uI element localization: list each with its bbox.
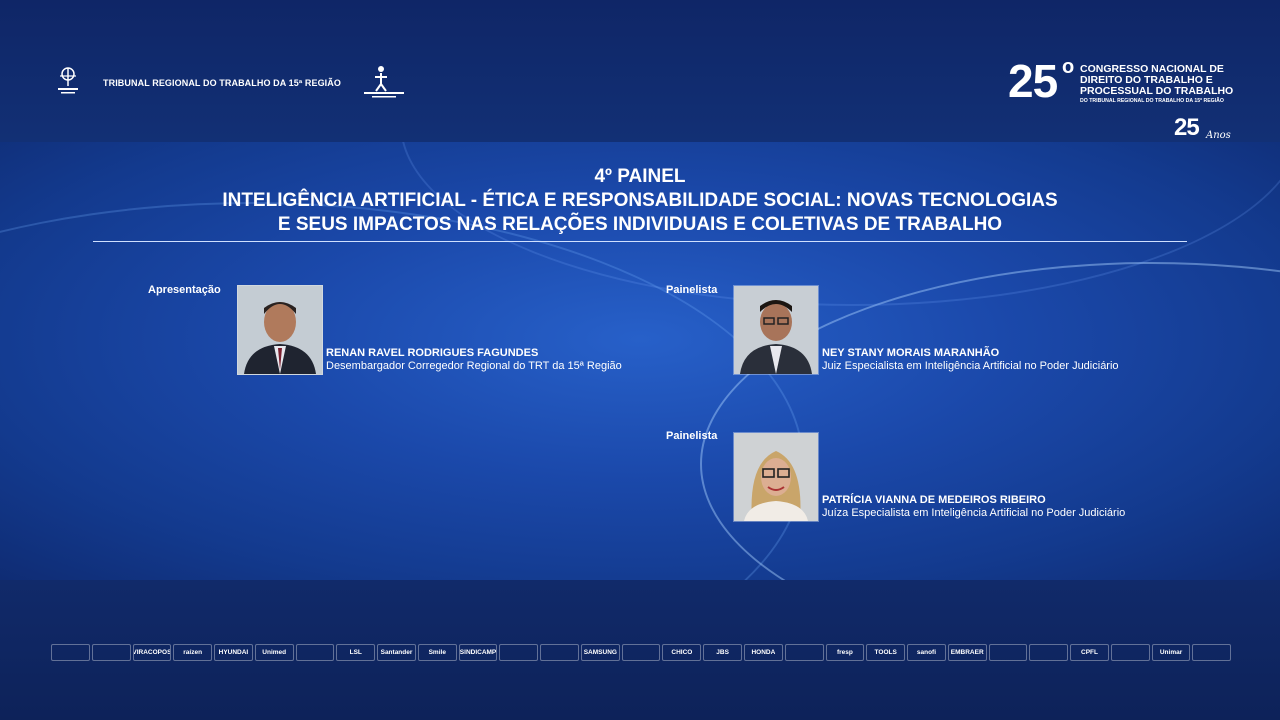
sponsor-logo: SAMSUNG <box>580 644 620 661</box>
sponsor-logo: SINDICAMP <box>458 644 498 661</box>
sponsor-logo: Unimed <box>254 644 294 661</box>
sponsor-logo: EMBRAER <box>947 644 987 661</box>
sponsor-logo <box>1029 644 1069 661</box>
speaker-title: Juiz Especialista em Inteligência Artifi… <box>822 360 1119 372</box>
speaker-title: Juíza Especialista em Inteligência Artif… <box>822 507 1126 519</box>
sponsor-logo <box>1110 644 1150 661</box>
sponsor-logo: HONDA <box>744 644 783 661</box>
title-divider <box>93 241 1187 242</box>
congress-subline: DO TRIBUNAL REGIONAL DO TRABALHO DA 15ª … <box>1080 98 1224 104</box>
sponsor-logo: CHICO <box>662 644 702 661</box>
speaker-name: NEY STANY MORAIS MARANHÃO <box>822 347 1000 359</box>
speaker-name: PATRÍCIA VIANNA DE MEDEIROS RIBEIRO <box>822 494 1046 506</box>
sponsor-logo: Smile <box>417 644 457 661</box>
speaker-role: Painelista <box>666 284 718 296</box>
speaker-photo <box>733 285 819 375</box>
congress-degree: o <box>1062 56 1075 78</box>
sponsor-logo: TOOLS <box>866 644 906 661</box>
panel-number: 4º PAINEL <box>594 166 686 187</box>
sponsor-logo <box>988 644 1028 661</box>
sponsor-logo: Unimar <box>1151 644 1191 661</box>
speaker-name: RENAN RAVEL RODRIGUES FAGUNDES <box>326 347 539 359</box>
speaker-role: Apresentação <box>148 284 221 296</box>
speaker-photo <box>237 285 323 375</box>
anniversary-word: Anos <box>1206 130 1231 141</box>
sponsor-logo: LSL <box>336 644 376 661</box>
sponsor-logo <box>499 644 539 661</box>
sponsor-logo <box>51 644 90 661</box>
sponsor-logo: HYUNDAI <box>214 644 253 661</box>
speaker-photo <box>733 432 819 522</box>
anniversary-number: 25 <box>1174 114 1200 141</box>
sponsor-logo: CPFL <box>1070 644 1109 661</box>
panel-title-line1: INTELIGÊNCIA ARTIFICIAL - ÉTICA E RESPON… <box>222 190 1058 211</box>
congress-number: 25 <box>1008 55 1058 107</box>
sponsor-logo: sanofi <box>907 644 946 661</box>
speaker-role: Painelista <box>666 430 718 442</box>
sponsor-logos-strip: VIRACOPOS raízen HYUNDAI Unimed LSL Santander… <box>51 644 1232 661</box>
sponsor-logo: JBS <box>703 644 743 661</box>
sponsor-logo <box>91 644 131 661</box>
sponsor-logo: VIRACOPOS <box>132 644 172 661</box>
sponsor-logo <box>1192 644 1232 661</box>
sponsor-logo <box>540 644 579 661</box>
sponsor-logo: fresp <box>825 644 865 661</box>
speaker-title: Desembargador Corregedor Regional do TRT… <box>326 360 622 372</box>
organization-name: TRIBUNAL REGIONAL DO TRABALHO DA 15ª REG… <box>103 78 341 88</box>
congress-title-line3: PROCESSUAL DO TRABALHO <box>1080 85 1234 97</box>
trt15-logo <box>364 66 404 98</box>
panel-title-line2: E SEUS IMPACTOS NAS RELAÇÕES INDIVIDUAIS… <box>277 214 1003 235</box>
sponsor-logo <box>621 644 661 661</box>
escola-judicial-logo <box>58 67 78 94</box>
sponsor-logo: raízen <box>173 644 213 661</box>
sponsor-logo <box>295 644 335 661</box>
sponsor-logo: Santander <box>377 644 416 661</box>
sponsor-logo <box>784 644 824 661</box>
